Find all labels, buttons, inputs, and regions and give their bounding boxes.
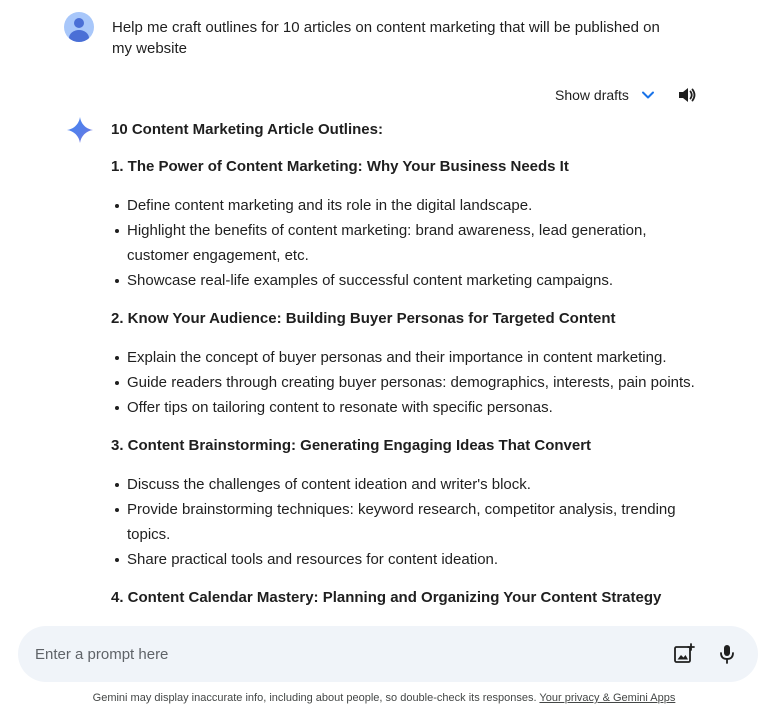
list-item: Provide brainstorming techniques: keywor… — [115, 497, 711, 547]
speaker-icon[interactable] — [677, 85, 697, 105]
show-drafts-label: Show drafts — [555, 87, 629, 103]
section-heading: 4. Content Calendar Mastery: Planning an… — [111, 589, 662, 606]
list-item: Highlight the benefits of content market… — [115, 218, 711, 268]
footer-disclaimer: Gemini may display inaccurate info, incl… — [0, 692, 768, 704]
list-item: Discuss the challenges of content ideati… — [115, 472, 711, 497]
disclaimer-text: Gemini may display inaccurate info, incl… — [92, 692, 537, 704]
prompt-input[interactable] — [35, 626, 595, 682]
section-bullet-list: Discuss the challenges of content ideati… — [111, 472, 711, 572]
user-prompt-text: Help me craft outlines for 10 articles o… — [112, 19, 660, 57]
section-bullet-list: Explain the concept of buyer personas an… — [111, 345, 711, 420]
prompt-box — [18, 626, 758, 682]
list-item: Define content marketing and its role in… — [115, 193, 711, 218]
list-item: Share practical tools and resources for … — [115, 547, 711, 572]
list-item: Offer tips on tailoring content to reson… — [115, 395, 711, 420]
gemini-response: 10 Content Marketing Article Outlines: 1… — [111, 119, 711, 630]
section-heading: 2. Know Your Audience: Building Buyer Pe… — [111, 310, 616, 327]
microphone-icon[interactable] — [716, 643, 738, 665]
drafts-row: Show drafts — [555, 84, 655, 106]
section-bullet-list: Define content marketing and its role in… — [111, 193, 711, 293]
user-avatar-icon[interactable] — [64, 12, 94, 42]
list-item: Showcase real-life examples of successfu… — [115, 268, 711, 293]
chevron-down-icon — [641, 91, 654, 99]
gemini-sparkle-icon — [67, 117, 93, 143]
list-item: Guide readers through creating buyer per… — [115, 370, 711, 395]
section-heading: 3. Content Brainstorming: Generating Eng… — [111, 437, 592, 454]
privacy-link[interactable]: Your privacy & Gemini Apps — [539, 692, 675, 704]
section-heading: 1. The Power of Content Marketing: Why Y… — [111, 158, 569, 175]
add-image-icon[interactable] — [673, 643, 695, 665]
chat-page: Help me craft outlines for 10 articles o… — [0, 0, 768, 712]
show-drafts-button[interactable]: Show drafts — [555, 87, 655, 103]
list-item: Explain the concept of buyer personas an… — [115, 345, 711, 370]
response-title: 10 Content Marketing Article Outlines: — [111, 121, 383, 138]
